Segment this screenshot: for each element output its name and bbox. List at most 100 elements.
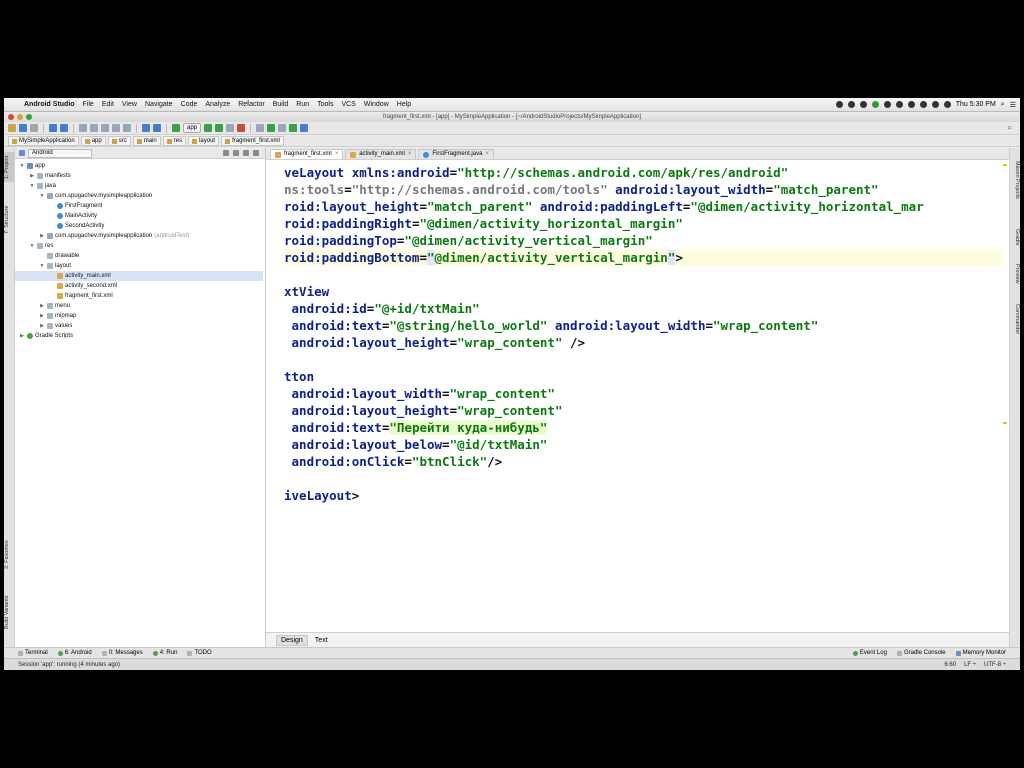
tray-bell-icon[interactable] <box>847 101 855 108</box>
tool-terminal[interactable]: Terminal <box>18 650 48 656</box>
copy-icon[interactable] <box>90 124 98 132</box>
tree-node[interactable]: SecondActivity <box>15 221 263 231</box>
code-line[interactable]: iveLayout> <box>284 487 1004 504</box>
menu-file[interactable]: File <box>79 101 98 108</box>
tree-node[interactable]: ▶ manifests <box>15 171 263 181</box>
expanded-arrow-icon[interactable]: ▼ <box>29 241 35 251</box>
tab-gradle[interactable]: Gradle <box>1010 224 1020 250</box>
tree-node[interactable]: fragment_first.xml <box>15 291 263 301</box>
tree-node[interactable]: ▼ res <box>15 241 263 251</box>
tree-node[interactable]: ▶ values <box>15 321 263 331</box>
stop-icon[interactable] <box>237 124 246 132</box>
code-line[interactable]: android:layout_height="wrap_content" /> <box>284 334 1004 351</box>
avd-manager-icon[interactable] <box>267 124 276 132</box>
collapse-all-icon[interactable] <box>233 150 239 156</box>
tab-first-fragment-java[interactable]: FirstFragment.java × <box>418 149 494 159</box>
tray-cloud-icon[interactable] <box>883 101 891 108</box>
tool-messages[interactable]: 0: Messages <box>101 650 143 656</box>
code-line[interactable] <box>284 266 1004 283</box>
scroll-from-source-icon[interactable] <box>223 150 229 156</box>
breadcrumb-res[interactable]: res <box>162 136 187 146</box>
code-line[interactable]: roid:paddingBottom="@dimen/activity_vert… <box>284 249 1004 266</box>
tray-sync-icon[interactable] <box>871 101 879 108</box>
tool-gradle-console[interactable]: Gradle Console <box>896 650 946 656</box>
help-icon[interactable] <box>300 124 309 132</box>
close-tab-icon[interactable]: × <box>485 150 489 159</box>
code-line[interactable]: android:layout_width="wrap_content" <box>284 385 1004 402</box>
menu-navigate[interactable]: Navigate <box>141 101 177 108</box>
collapsed-arrow-icon[interactable]: ▶ <box>19 331 25 341</box>
breadcrumb-file[interactable]: fragment_first.xml <box>221 136 284 146</box>
tray-battery-icon[interactable] <box>943 101 951 108</box>
tab-activity-main-xml[interactable]: activity_main.xml × <box>345 149 417 159</box>
settings-gear-icon[interactable] <box>243 150 249 156</box>
editor-gutter[interactable] <box>266 160 280 632</box>
code-line[interactable]: ns:tools="http://schemas.android.com/too… <box>284 181 1004 198</box>
cut-icon[interactable] <box>79 124 87 132</box>
collapsed-arrow-icon[interactable]: ▶ <box>39 321 45 331</box>
status-message[interactable]: Session 'app': running (4 minutes ago) <box>18 662 120 668</box>
tray-app-icon[interactable] <box>835 101 843 108</box>
tab-text[interactable]: Text <box>310 635 333 646</box>
tool-memory-monitor[interactable]: Memory Monitor <box>955 650 1006 656</box>
paste-icon[interactable] <box>101 124 109 132</box>
code-line[interactable]: roid:layout_height="match_parent" androi… <box>284 198 1004 215</box>
tree-node[interactable]: activity_main.xml <box>15 271 263 281</box>
redo-icon[interactable] <box>60 124 68 132</box>
tab-structure-tool[interactable]: 7: Structure <box>4 198 14 242</box>
code-line[interactable] <box>284 351 1004 368</box>
tree-node[interactable]: ▼ java <box>15 181 263 191</box>
tool-todo[interactable]: TODO <box>187 650 212 656</box>
tab-preview[interactable]: Preview <box>1010 260 1020 288</box>
project-structure-icon[interactable] <box>278 124 287 132</box>
forward-icon[interactable] <box>153 124 161 132</box>
code-line[interactable]: tton <box>284 368 1004 385</box>
zoom-window-button[interactable] <box>26 114 32 120</box>
menu-run[interactable]: Run <box>292 101 313 108</box>
make-project-icon[interactable] <box>172 124 180 132</box>
error-stripe[interactable] <box>1002 160 1008 632</box>
tab-maven-projects[interactable]: Maven Projects <box>1010 154 1020 206</box>
menu-code[interactable]: Code <box>177 101 202 108</box>
tree-node[interactable]: ▶ Gradle Scripts <box>15 331 263 341</box>
tray-flag-icon[interactable] <box>919 101 927 108</box>
tray-wifi-icon[interactable] <box>907 101 915 108</box>
tab-build-variants-tool[interactable]: Build Variants <box>4 588 14 636</box>
project-view-select[interactable]: Android <box>28 148 92 158</box>
tab-design[interactable]: Design <box>276 634 308 646</box>
tool-event-log[interactable]: Event Log <box>852 650 887 656</box>
collapsed-arrow-icon[interactable]: ▶ <box>39 311 45 321</box>
line-separator[interactable]: LF ÷ <box>964 662 976 668</box>
code-text-area[interactable]: veLayout xmlns:android="http://schemas.a… <box>284 164 1004 624</box>
tree-node[interactable]: activity_second.xml <box>15 281 263 291</box>
tree-node[interactable]: drawable <box>15 251 263 261</box>
collapsed-arrow-icon[interactable]: ▶ <box>39 231 45 241</box>
file-encoding[interactable]: UTF-8 ÷ <box>984 662 1006 668</box>
code-line[interactable]: android:layout_height="wrap_content" <box>284 402 1004 419</box>
open-icon[interactable] <box>8 124 16 132</box>
code-line[interactable]: roid:paddingRight="@dimen/activity_horiz… <box>284 215 1004 232</box>
spotlight-icon[interactable]: ⌕ <box>1001 101 1005 109</box>
tab-favorites-tool[interactable]: 2: Favorites <box>4 534 14 576</box>
run-icon[interactable] <box>204 124 213 132</box>
code-line[interactable]: xtView <box>284 283 1004 300</box>
menu-tools[interactable]: Tools <box>313 101 337 108</box>
menubar-clock[interactable]: Thu 5:30 PM <box>956 101 996 108</box>
tab-commander[interactable]: Commander <box>1010 298 1020 340</box>
tree-node[interactable]: FirstFragment <box>15 201 263 211</box>
back-icon[interactable] <box>142 124 150 132</box>
tray-airplay-icon[interactable] <box>895 101 903 108</box>
breadcrumb-src[interactable]: src <box>107 136 131 146</box>
collapsed-arrow-icon[interactable]: ▶ <box>39 301 45 311</box>
android-device-monitor-icon[interactable] <box>289 124 298 132</box>
tree-node[interactable]: ▼ layout <box>15 261 263 271</box>
tree-node[interactable]: ▼ app <box>15 161 263 171</box>
breadcrumb-layout[interactable]: layout <box>188 136 220 146</box>
sync-icon[interactable] <box>30 124 38 132</box>
menu-edit[interactable]: Edit <box>98 101 118 108</box>
sdk-manager-icon[interactable] <box>256 124 265 132</box>
code-line[interactable]: android:layout_below="@id/txtMain" <box>284 436 1004 453</box>
menu-build[interactable]: Build <box>269 101 293 108</box>
tray-chat-icon[interactable] <box>859 101 867 108</box>
expanded-arrow-icon[interactable]: ▼ <box>19 161 25 171</box>
